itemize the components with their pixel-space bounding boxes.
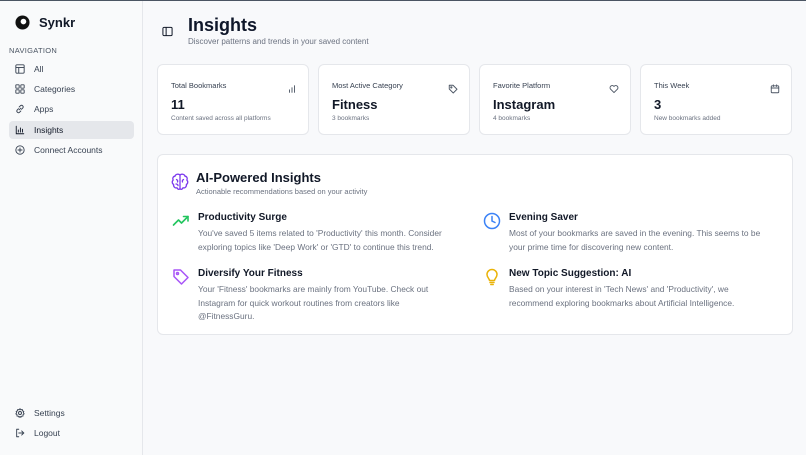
insight-title: New Topic Suggestion: AI (509, 268, 632, 279)
bar-chart-icon (287, 81, 297, 93)
ai-insights-card: AI-Powered Insights Actionable recommend… (157, 154, 793, 335)
stat-value: Fitness (332, 97, 378, 112)
sidebar-toggle-icon (162, 26, 173, 37)
grid-icon (15, 84, 25, 94)
sidebar-item-label: All (34, 64, 44, 74)
sidebar-bottom-nav: Settings Logout (9, 404, 134, 445)
sidebar-item-label: Apps (34, 104, 54, 115)
stat-description: Content saved across all platforms (171, 115, 271, 122)
page-title: Insights (188, 15, 258, 35)
gear-icon (15, 408, 25, 418)
stat-card-favorite-platform: Favorite Platform Instagram 4 bookmarks (479, 64, 631, 135)
sidebar-item-label: Logout (34, 428, 60, 439)
brain-icon (171, 173, 189, 190)
layout-icon (15, 64, 25, 74)
plus-circle-icon (15, 145, 25, 155)
stat-value: 3 (654, 97, 662, 112)
insight-title: Evening Saver (509, 212, 578, 223)
stat-value: Instagram (493, 97, 556, 112)
brand[interactable]: Synkr (15, 15, 75, 30)
brand-logo-icon (15, 15, 30, 30)
stat-card-most-active-category: Most Active Category Fitness 3 bookmarks (318, 64, 470, 135)
stat-description: 3 bookmarks (332, 115, 370, 122)
trending-up-icon (172, 212, 190, 230)
insight-text: Based on your interest in 'Tech News' an… (509, 284, 735, 308)
insights-subtitle: Actionable recommendations based on your… (196, 187, 368, 196)
calendar-icon (770, 81, 780, 94)
link-icon (15, 104, 25, 114)
sidebar-toggle-button[interactable] (162, 24, 174, 37)
sidebar-item-label: Settings (34, 408, 65, 418)
sidebar-item-all[interactable]: All (9, 60, 134, 78)
clock-icon (483, 212, 501, 230)
main-content: Insights Discover patterns and trends in… (144, 1, 806, 455)
heart-icon (609, 81, 619, 94)
page-subtitle: Discover patterns and trends in your sav… (188, 37, 369, 46)
sidebar-item-categories[interactable]: Categories (9, 80, 134, 98)
sidebar-item-settings[interactable]: Settings (9, 404, 134, 422)
lightbulb-icon (483, 268, 501, 286)
insight-title: Diversify Your Fitness (198, 268, 303, 279)
brand-name: Synkr (39, 15, 76, 30)
stat-card-total-bookmarks: Total Bookmarks 11 Content saved across … (157, 64, 309, 135)
stat-card-this-week: This Week 3 New bookmarks added (640, 64, 792, 135)
sidebar-item-insights[interactable]: Insights (9, 120, 134, 139)
stat-description: New bookmarks added (654, 115, 721, 122)
sidebar: Synkr Navigation All Categories Apps In (0, 1, 143, 455)
insights-title: AI-Powered Insights (196, 170, 321, 185)
stat-description: 4 bookmarks (493, 115, 531, 122)
sidebar-item-connect-accounts[interactable]: Connect Accounts (9, 141, 134, 159)
stat-title: This Week (654, 81, 690, 90)
insight-text: You've saved 5 items related to 'Product… (198, 228, 442, 252)
sidebar-item-label: Categories (34, 84, 76, 95)
sidebar-nav: All Categories Apps Insights Connect Acc… (9, 60, 134, 161)
stat-title: Total Bookmarks (171, 81, 227, 90)
bar-chart-icon (15, 125, 25, 135)
insight-text: Your 'Fitness' bookmarks are mainly from… (198, 284, 429, 321)
logout-icon (15, 428, 25, 438)
stat-title: Most Active Category (332, 81, 403, 90)
insight-title: Productivity Surge (198, 212, 287, 223)
stat-value: 11 (171, 97, 185, 112)
sidebar-item-logout[interactable]: Logout (9, 424, 134, 442)
sidebar-item-apps[interactable]: Apps (9, 100, 134, 118)
stat-title: Favorite Platform (493, 81, 551, 90)
nav-heading: Navigation (9, 46, 58, 55)
sidebar-item-label: Connect Accounts (34, 144, 103, 155)
insight-text: Most of your bookmarks are saved in the … (509, 228, 761, 252)
tag-icon (448, 81, 458, 94)
sidebar-item-label: Insights (34, 124, 64, 135)
tag-icon (172, 268, 190, 286)
